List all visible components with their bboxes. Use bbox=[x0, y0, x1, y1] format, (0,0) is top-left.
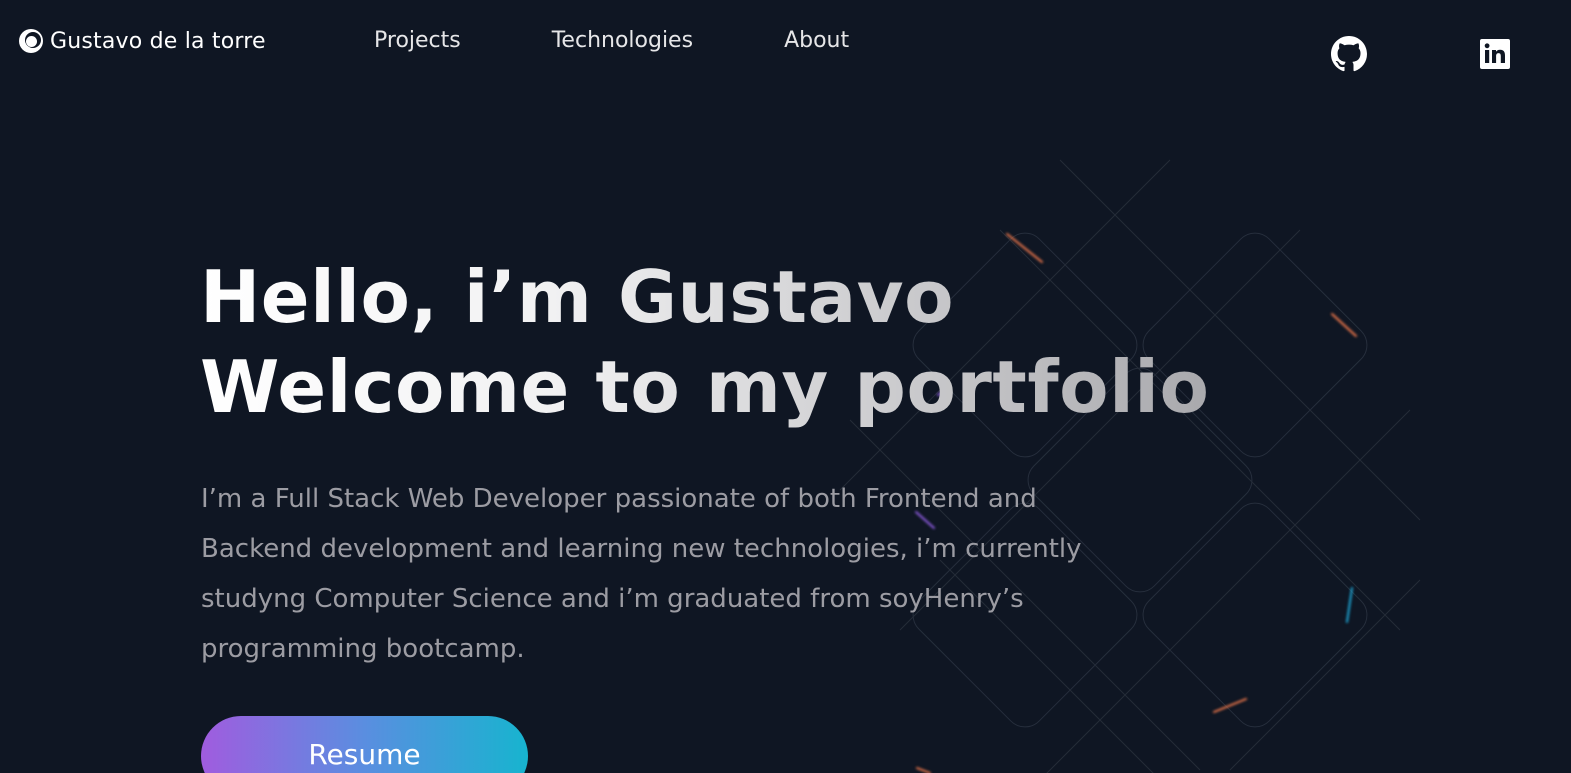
nav-projects-link[interactable]: Projects bbox=[374, 28, 461, 53]
site-logo[interactable]: Gustavo de la torre bbox=[18, 28, 266, 54]
resume-button[interactable]: Resume bbox=[201, 716, 528, 773]
hero-title-line-2: Welcome to my portfolio bbox=[200, 345, 1210, 429]
logo-text: Gustavo de la torre bbox=[50, 28, 266, 54]
hero-title: Hello, i’m Gustavo Welcome to my portfol… bbox=[200, 252, 1209, 432]
github-link[interactable] bbox=[1331, 36, 1367, 72]
nav-technologies-link[interactable]: Technologies bbox=[552, 28, 693, 53]
nav-about-link[interactable]: About bbox=[784, 28, 849, 53]
main-nav: Projects Technologies About bbox=[374, 28, 849, 53]
portfolio-page: Gustavo de la torre Projects Technologie… bbox=[0, 0, 1571, 773]
hero-title-line-1: Hello, i’m Gustavo bbox=[200, 255, 955, 339]
logo-icon bbox=[19, 29, 43, 53]
github-icon bbox=[1331, 36, 1367, 72]
hero-description: I’m a Full Stack Web Developer passionat… bbox=[201, 484, 1082, 664]
linkedin-link[interactable] bbox=[1477, 36, 1513, 72]
linkedin-icon bbox=[1480, 39, 1510, 69]
